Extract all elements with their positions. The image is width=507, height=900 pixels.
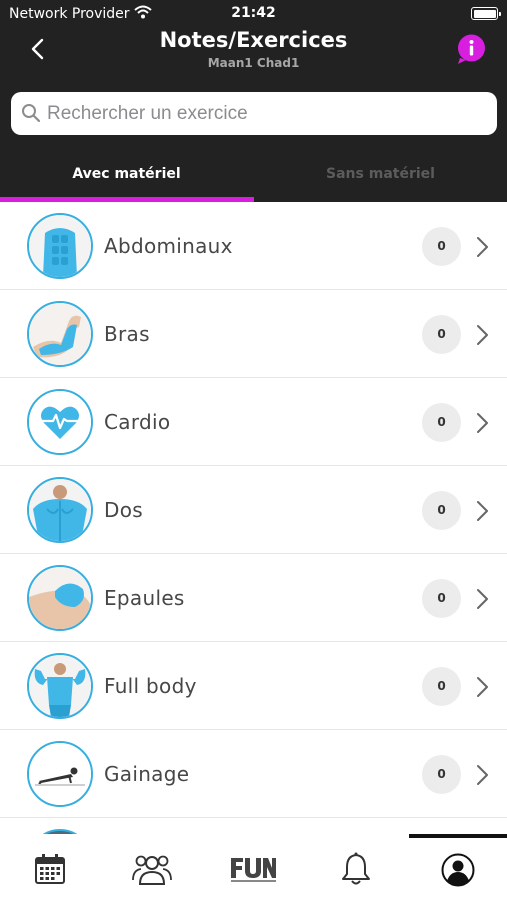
profile-icon[interactable] [441,853,475,891]
header: Network Provider 21:42 Notes/Exercices M… [0,0,507,202]
search-icon [21,103,41,127]
tab-avec-materiel[interactable]: Avec matériel [0,148,253,202]
segment-tabs: Avec matériel Sans matériel [0,148,507,202]
full-body-icon [27,653,93,719]
fun-logo-icon[interactable] [229,854,277,888]
page-title: Notes/Exercices [159,28,348,52]
bell-icon[interactable] [341,852,371,890]
chevron-right-icon [474,587,490,615]
list-item-cardio[interactable]: Cardio 0 [0,378,507,466]
bottom-tab-bar [0,838,507,900]
count-badge: 0 [422,667,461,706]
list-item-full-body[interactable]: Full body 0 [0,642,507,730]
chevron-right-icon [474,235,490,263]
battery-icon [471,7,501,20]
exercise-label: Full body [104,674,197,698]
status-bar: Network Provider 21:42 [0,0,507,28]
list-item-gainage[interactable]: Gainage 0 [0,730,507,818]
chevron-right-icon [474,763,490,791]
exercise-thumbnail [37,829,83,834]
arm-icon [27,301,93,367]
abs-icon [27,213,93,279]
exercise-label: Abdominaux [104,234,233,258]
exercise-label: Cardio [104,410,171,434]
group-icon[interactable] [132,852,172,890]
exercise-list: Abdominaux 0 Bras 0 Cardio 0 Dos 0 Epaul… [0,202,507,834]
search-input[interactable] [47,92,487,135]
search-bar [11,92,497,135]
plank-icon [27,741,93,807]
count-badge: 0 [422,491,461,530]
tab-sans-materiel[interactable]: Sans matériel [254,148,507,202]
count-badge: 0 [422,579,461,618]
list-item-abdominaux[interactable]: Abdominaux 0 [0,202,507,290]
exercise-label: Gainage [104,762,190,786]
chevron-right-icon [474,411,490,439]
count-badge: 0 [422,315,461,354]
nav-bar: Notes/Exercices Maan1 Chad1 [0,28,507,80]
info-icon [458,34,485,64]
exercise-label: Dos [104,498,143,522]
chevron-right-icon [474,323,490,351]
exercise-label: Bras [104,322,150,346]
chevron-right-icon [474,499,490,527]
calendar-icon[interactable] [33,852,67,890]
list-item-dos[interactable]: Dos 0 [0,466,507,554]
back-icon [27,477,93,543]
page-subtitle: Maan1 Chad1 [207,56,300,70]
heart-pulse-icon [27,389,93,455]
exercise-label: Epaules [104,586,185,610]
count-badge: 0 [422,755,461,794]
count-badge: 0 [422,403,461,442]
clock: 21:42 [231,5,276,21]
shoulder-icon [27,565,93,631]
list-item-bras[interactable]: Bras 0 [0,290,507,378]
count-badge: 0 [422,227,461,266]
chevron-right-icon [474,675,490,703]
list-item-epaules[interactable]: Epaules 0 [0,554,507,642]
info-button[interactable] [456,34,487,65]
